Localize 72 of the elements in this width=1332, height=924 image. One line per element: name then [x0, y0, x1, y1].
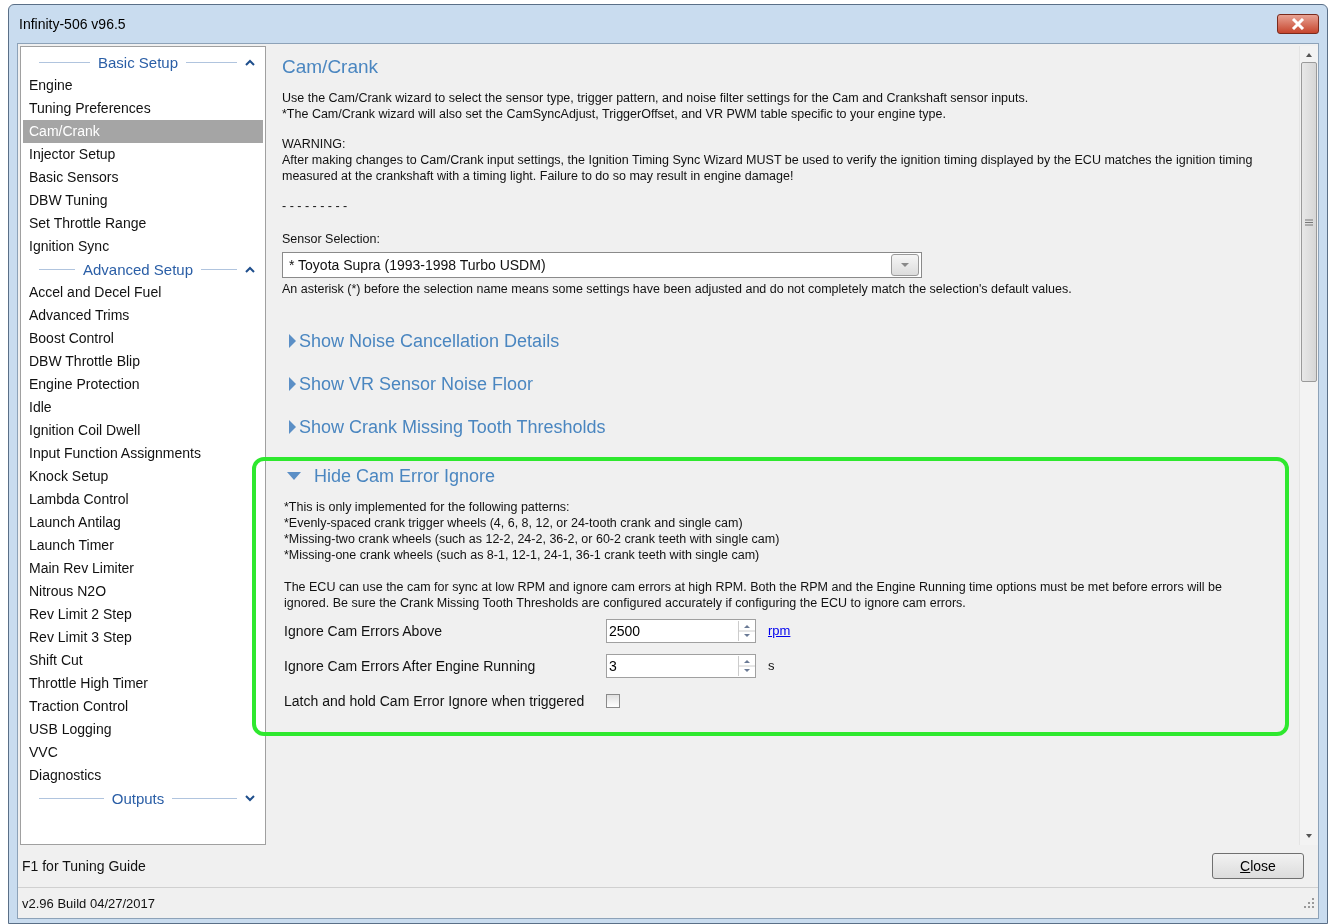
note-text: *This is only implemented for the following patterns: [284, 499, 571, 515]
grip-icon [1305, 218, 1313, 226]
note-text: *Missing-one crank wheels (such as 8-1, 12-1, 24-1, 36-1 crank teeth with single cam) [284, 547, 761, 563]
scrollbar[interactable] [1299, 46, 1318, 845]
sensor-dropdown[interactable]: * Toyota Supra (1993-1998 Turbo USDM) [282, 252, 922, 278]
intro-text: *The Cam/Crank wizard will also set the CamSyncAdjust, TriggerOffset, and VR PWM table specific to your engine type. [282, 106, 947, 122]
sidebar-item[interactable]: Rev Limit 3 Step [23, 626, 263, 649]
note-text: *Missing-two crank wheels (such as 12-2, 24-2, 36-2, or 60-2 crank teeth with single cam) [284, 531, 781, 547]
checkbox[interactable] [606, 693, 620, 708]
separator-text: - - - - - - - - - [282, 199, 348, 213]
sidebar-item[interactable]: Launch Antilag [23, 511, 263, 534]
sidebar-item[interactable]: Engine Protection [23, 373, 263, 396]
sidebar-item[interactable]: Shift Cut [23, 649, 263, 672]
sidebar-item[interactable]: Advanced Trims [23, 304, 263, 327]
checkbox-label: Latch and hold Cam Error Ignore when triggered [284, 692, 586, 709]
sidebar-item[interactable]: Diagnostics [23, 764, 263, 787]
window-title: Infinity-506 v96.5 [18, 16, 126, 32]
sidebar-item[interactable]: USB Logging [23, 718, 263, 741]
note-text: An asterisk (*) before the selection name means some settings have been adjusted and do not completely match the selection's default values. [282, 282, 1073, 296]
sidebar-item[interactable]: Rev Limit 2 Step [23, 603, 263, 626]
sidebar-item[interactable]: Lambda Control [23, 488, 263, 511]
field-label: Ignore Cam Errors After Engine Running [284, 657, 537, 674]
sidebar-item[interactable]: Idle [23, 396, 263, 419]
chevron-up-icon[interactable] [245, 266, 255, 273]
sidebar-item[interactable]: VVC [23, 741, 263, 764]
sidebar-item[interactable]: Boost Control [23, 327, 263, 350]
number-spinner[interactable]: 3 [606, 653, 756, 678]
scroll-down-icon[interactable] [1305, 833, 1313, 839]
warning-title: WARNING: [282, 136, 347, 152]
sidebar-item[interactable]: Main Rev Limiter [23, 557, 263, 580]
scroll-up-icon[interactable] [1305, 52, 1313, 58]
sidebar-item[interactable]: DBW Tuning [23, 189, 263, 212]
caret-right-icon [288, 419, 297, 435]
sidebar-item[interactable]: Throttle High Timer [23, 672, 263, 695]
sidebar-item[interactable]: DBW Throttle Blip [23, 350, 263, 373]
sidebar-item[interactable]: Engine [23, 74, 263, 97]
number-spinner[interactable]: 2500 [606, 618, 756, 643]
sidebar-item[interactable]: Launch Timer [23, 534, 263, 557]
sidebar-item[interactable]: Tuning Preferences [23, 97, 263, 120]
sidebar-item[interactable]: Accel and Decel Fuel [23, 281, 263, 304]
unit-label: s [768, 658, 775, 673]
sidebar-item[interactable]: Traction Control [23, 695, 263, 718]
sidebar-item[interactable]: Basic Sensors [23, 166, 263, 189]
close-button[interactable]: Close [1212, 853, 1304, 879]
note-text: *Evenly-spaced crank trigger wheels (4, 6, 8, 12, or 24-tooth crank and single cam) [284, 515, 744, 531]
group-header[interactable]: Basic Setup [98, 54, 179, 71]
sidebar-item[interactable]: Ignition Coil Dwell [23, 419, 263, 442]
caret-down-icon[interactable] [900, 262, 910, 268]
status-text: v2.96 Build 04/27/2017 [22, 895, 155, 911]
chevron-down-icon[interactable] [245, 795, 255, 802]
field-label: Ignore Cam Errors Above [284, 622, 443, 639]
sidebar-item[interactable]: Knock Setup [23, 465, 263, 488]
unit-link[interactable]: rpm [768, 623, 791, 638]
sidebar-item[interactable]: Injector Setup [23, 143, 263, 166]
hint-text: F1 for Tuning Guide [22, 858, 146, 874]
close-icon[interactable] [1277, 14, 1319, 34]
warning-text: After making changes to Cam/Crank input settings, the Ignition Timing Sync Wizard MUST be used to verify the ignition timing displayed by the ECU matches the ignition timing measured at the crankshaft with a timing light. Failure to do so may result in engine damage! [282, 152, 1254, 184]
group-header[interactable]: Advanced Setup [82, 261, 194, 278]
page-title: Cam/Crank [282, 56, 380, 78]
caret-right-icon [288, 333, 297, 349]
caret-right-icon [288, 376, 297, 392]
sidebar-item[interactable]: Ignition Sync [23, 235, 263, 258]
sidebar-item[interactable]: Nitrous N2O [23, 580, 263, 603]
sidebar-item[interactable]: Input Function Assignments [23, 442, 263, 465]
intro-text: Use the Cam/Crank wizard to select the sensor type, trigger pattern, and noise filter settings for the Cam and Crankshaft sensor inputs. [282, 90, 1030, 106]
resize-grip-icon[interactable] [1304, 898, 1314, 908]
group-header[interactable]: Outputs [111, 790, 165, 807]
field-label: Sensor Selection: [282, 232, 381, 246]
sidebar-item[interactable]: Set Throttle Range [23, 212, 263, 235]
chevron-up-icon[interactable] [245, 59, 255, 66]
caret-down-icon [286, 471, 302, 481]
description-text: The ECU can use the cam for sync at low RPM and ignore cam errors at high RPM. Both the RPM and the Engine Running time options must be met before errors will be ignored. Be sure the Crank Missing Tooth Thresholds are configured accurately if configuring the ECU to ignore cam errors. [284, 579, 1223, 611]
